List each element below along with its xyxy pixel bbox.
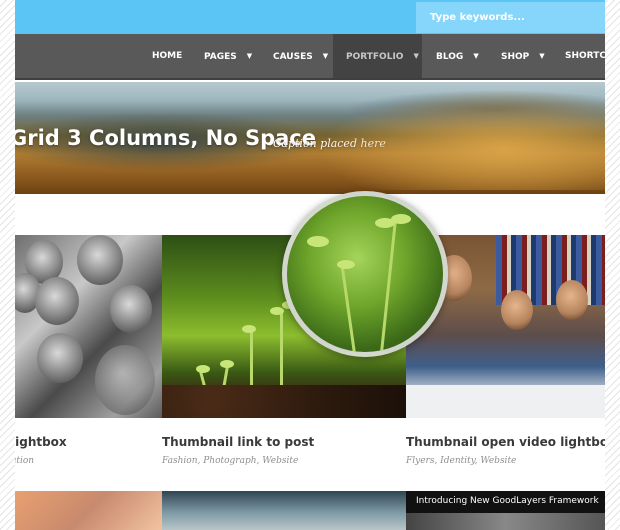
portfolio-item-tags: ation bbox=[15, 456, 35, 466]
kid-face bbox=[37, 333, 83, 383]
portfolio-thumbnail-5[interactable] bbox=[162, 491, 406, 530]
nav-item-blog[interactable]: BLOG ▼ bbox=[436, 34, 479, 78]
video-title: Introducing New GoodLayers Framework bbox=[416, 496, 599, 506]
sprout bbox=[379, 216, 398, 352]
nav-item-label: PORTFOLIO bbox=[346, 52, 404, 62]
sprout bbox=[280, 310, 283, 392]
nav-item-label: CAUSES bbox=[273, 52, 313, 62]
portfolio-thumbnail-4[interactable] bbox=[15, 491, 162, 530]
portfolio-item-tags: Fashion, Photograph, Website bbox=[162, 456, 299, 466]
chevron-down-icon: ▼ bbox=[322, 52, 329, 60]
video-preview bbox=[406, 513, 605, 530]
top-bar: Type keywords... bbox=[15, 0, 605, 34]
chevron-down-icon: ▼ bbox=[413, 52, 419, 60]
nav-item-label: HOME bbox=[152, 51, 183, 61]
main-nav: HOME PAGES ▼ CAUSES ▼ PORTFOLIO ▼ BLOG ▼ SHO… bbox=[15, 34, 605, 80]
portfolio-thumbnail-6[interactable]: Introducing New GoodLayers Framework bbox=[406, 491, 605, 530]
leaf bbox=[220, 360, 234, 368]
leaf bbox=[337, 260, 355, 269]
nav-item-pages[interactable]: PAGES ▼ bbox=[204, 34, 252, 78]
page: Type keywords... HOME PAGES ▼ CAUSES ▼ POR… bbox=[15, 0, 605, 530]
chevron-down-icon: ▼ bbox=[473, 52, 479, 60]
kid-face bbox=[77, 235, 123, 285]
nav-item-portfolio[interactable]: PORTFOLIO ▼ bbox=[333, 34, 422, 78]
nav-item-label: SHOP bbox=[501, 52, 530, 62]
chevron-down-icon: ▼ bbox=[539, 52, 545, 60]
kid-face bbox=[35, 277, 79, 325]
portfolio-item-title[interactable]: Thumbnail link to post bbox=[162, 435, 314, 449]
nav-item-shortcodes[interactable]: SHORTCO bbox=[565, 34, 605, 78]
search-input[interactable]: Type keywords... bbox=[416, 2, 605, 33]
leaf bbox=[242, 325, 256, 333]
sprout bbox=[250, 330, 253, 392]
hero-banner: Grid 3 Columns, No Space Caption placed … bbox=[15, 82, 605, 194]
hero-mountain-ridge bbox=[345, 90, 605, 130]
desk bbox=[406, 385, 605, 418]
nav-item-shop[interactable]: SHOP ▼ bbox=[501, 34, 545, 78]
nav-item-label: SHORTCO bbox=[565, 51, 605, 61]
soil bbox=[162, 385, 406, 418]
hero-caption: Caption placed here bbox=[273, 137, 386, 150]
page-title: Grid 3 Columns, No Space bbox=[15, 126, 316, 150]
nav-item-causes[interactable]: CAUSES ▼ bbox=[273, 34, 328, 78]
student-face bbox=[556, 280, 588, 320]
nav-item-label: BLOG bbox=[436, 52, 464, 62]
portfolio-item-title[interactable]: Thumbnail open video lightbox bbox=[406, 435, 605, 449]
leaf bbox=[196, 365, 210, 373]
nav-item-label: PAGES bbox=[204, 52, 237, 62]
portfolio-item-tags: Flyers, Identity, Website bbox=[406, 456, 517, 466]
hover-magnifier bbox=[282, 191, 448, 357]
portfolio-item-title[interactable]: lightbox bbox=[15, 435, 67, 449]
leaf bbox=[307, 236, 329, 247]
kid-face bbox=[110, 285, 152, 333]
portfolio-thumbnail-1[interactable] bbox=[15, 235, 162, 418]
nav-item-home[interactable]: HOME bbox=[152, 34, 182, 78]
kid-face bbox=[95, 345, 155, 415]
leaf bbox=[391, 214, 411, 224]
chevron-down-icon: ▼ bbox=[246, 52, 253, 60]
student-face bbox=[501, 290, 533, 330]
leaf bbox=[270, 307, 284, 315]
sprout bbox=[340, 266, 357, 352]
